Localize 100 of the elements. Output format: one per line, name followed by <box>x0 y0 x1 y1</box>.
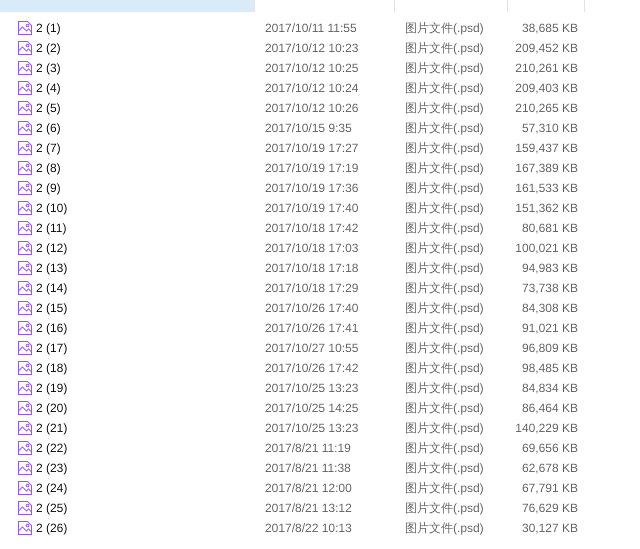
date-cell-text: 2017/10/11 11:55 <box>264 21 358 35</box>
file-name[interactable]: 2 (13) <box>36 261 68 275</box>
image-file-icon <box>17 120 33 136</box>
type-cell-text: 图片文件(.psd) <box>404 460 485 476</box>
type-cell-text: 图片文件(.psd) <box>404 340 485 356</box>
image-file-icon <box>17 520 33 536</box>
file-name[interactable]: 2 (19) <box>36 381 68 395</box>
date-cell-text: 2017/8/21 11:38 <box>264 461 352 475</box>
type-cell-text: 图片文件(.psd) <box>404 80 485 96</box>
size-cell-text: 209,403 KB <box>514 81 579 95</box>
image-file-icon <box>17 80 33 96</box>
file-name[interactable]: 2 (22) <box>36 441 68 455</box>
file-name[interactable]: 2 (3) <box>36 61 61 75</box>
image-file-icon <box>17 400 33 416</box>
image-file-icon <box>17 200 33 216</box>
image-file-icon <box>17 240 33 256</box>
size-cell-text: 209,452 KB <box>514 41 579 55</box>
image-file-icon <box>17 180 33 196</box>
type-cell-text: 图片文件(.psd) <box>404 160 485 176</box>
file-name[interactable]: 2 (25) <box>36 501 68 515</box>
type-cell-text: 图片文件(.psd) <box>404 320 485 336</box>
size-cell-text: 161,533 KB <box>514 181 579 195</box>
date-cell-text: 2017/10/19 17:36 <box>264 181 360 195</box>
file-name[interactable]: 2 (9) <box>36 181 61 195</box>
file-name[interactable]: 2 (5) <box>36 101 61 115</box>
type-cell-text: 图片文件(.psd) <box>404 20 485 36</box>
file-name[interactable]: 2 (14) <box>36 281 68 295</box>
type-cell-text: 图片文件(.psd) <box>404 400 485 416</box>
size-cell-text: 86,464 KB <box>520 401 579 415</box>
file-name[interactable]: 2 (23) <box>36 461 68 475</box>
file-name[interactable]: 2 (2) <box>36 41 61 55</box>
file-name[interactable]: 2 (7) <box>36 141 61 155</box>
file-name[interactable]: 2 (12) <box>36 241 68 255</box>
file-name[interactable]: 2 (20) <box>36 401 68 415</box>
type-cell-text: 图片文件(.psd) <box>404 300 485 316</box>
date-cell-text: 2017/8/21 11:19 <box>264 441 352 455</box>
file-name[interactable]: 2 (8) <box>36 161 61 175</box>
size-cell-text: 69,656 KB <box>520 441 579 455</box>
type-cell-text: 图片文件(.psd) <box>404 180 485 196</box>
date-cell-text: 2017/10/26 17:40 <box>264 301 360 315</box>
image-file-icon <box>17 420 33 436</box>
date-cell-text: 2017/10/15 9:35 <box>264 121 353 135</box>
date-cell-text: 2017/10/18 17:29 <box>264 281 360 295</box>
size-cell-text: 140,229 KB <box>514 421 579 435</box>
image-file-icon <box>17 340 33 356</box>
image-file-icon <box>17 300 33 316</box>
column-header[interactable] <box>0 0 255 12</box>
date-cell-text: 2017/10/19 17:40 <box>264 201 360 215</box>
date-cell-text: 2017/10/19 17:27 <box>264 141 360 155</box>
size-cell-text: 80,681 KB <box>520 221 579 235</box>
date-cell-text: 2017/10/19 17:19 <box>264 161 360 175</box>
type-cell-text: 图片文件(.psd) <box>404 100 485 116</box>
size-cell-text: 210,261 KB <box>514 61 579 75</box>
date-cell-text: 2017/10/25 14:25 <box>264 401 360 415</box>
file-name[interactable]: 2 (17) <box>36 341 68 355</box>
image-file-icon <box>17 100 33 116</box>
image-file-icon <box>17 40 33 56</box>
size-cell-text: 84,834 KB <box>520 381 579 395</box>
size-cell-text: 57,310 KB <box>520 121 579 135</box>
type-cell-text: 图片文件(.psd) <box>404 40 485 56</box>
type-cell-text: 图片文件(.psd) <box>404 120 485 136</box>
date-cell-text: 2017/10/25 13:23 <box>264 381 360 395</box>
size-cell-text: 98,485 KB <box>520 361 579 375</box>
file-name[interactable]: 2 (6) <box>36 121 61 135</box>
image-file-icon <box>17 380 33 396</box>
date-cell-text: 2017/10/12 10:23 <box>264 41 360 55</box>
size-cell-text: 167,389 KB <box>514 161 579 175</box>
date-cell-text: 2017/10/26 17:42 <box>264 361 360 375</box>
image-file-icon <box>17 480 33 496</box>
size-cell-text: 94,983 KB <box>520 261 579 275</box>
file-name[interactable]: 2 (10) <box>36 201 68 215</box>
date-cell-text: 2017/10/18 17:18 <box>264 261 360 275</box>
type-cell-text: 图片文件(.psd) <box>404 520 485 536</box>
file-name[interactable]: 2 (21) <box>36 421 68 435</box>
type-cell-text: 图片文件(.psd) <box>404 440 485 456</box>
type-cell-text: 图片文件(.psd) <box>404 280 485 296</box>
size-cell-text: 151,362 KB <box>514 201 579 215</box>
type-cell-text: 图片文件(.psd) <box>404 240 485 256</box>
image-file-icon <box>17 220 33 236</box>
file-name[interactable]: 2 (18) <box>36 361 68 375</box>
date-cell-text: 2017/10/12 10:25 <box>264 61 360 75</box>
image-file-icon <box>17 360 33 376</box>
file-name[interactable]: 2 (15) <box>36 301 68 315</box>
file-name[interactable]: 2 (4) <box>36 81 61 95</box>
size-cell-text: 38,685 KB <box>520 21 579 35</box>
image-file-icon <box>17 260 33 276</box>
date-cell-text: 2017/10/27 10:55 <box>264 341 360 355</box>
file-name[interactable]: 2 (24) <box>36 481 68 495</box>
type-cell-text: 图片文件(.psd) <box>404 480 485 496</box>
image-file-icon <box>17 440 33 456</box>
file-name[interactable]: 2 (26) <box>36 521 68 535</box>
type-cell-text: 图片文件(.psd) <box>404 220 485 236</box>
type-cell-text: 图片文件(.psd) <box>404 60 485 76</box>
size-cell-text: 100,021 KB <box>514 241 579 255</box>
file-name[interactable]: 2 (11) <box>36 221 66 235</box>
file-name[interactable]: 2 (16) <box>36 321 68 335</box>
file-name[interactable]: 2 (1) <box>36 21 61 35</box>
date-cell-text: 2017/10/12 10:24 <box>264 81 360 95</box>
image-file-icon <box>17 160 33 176</box>
date-cell-text: 2017/8/21 13:12 <box>264 501 353 515</box>
